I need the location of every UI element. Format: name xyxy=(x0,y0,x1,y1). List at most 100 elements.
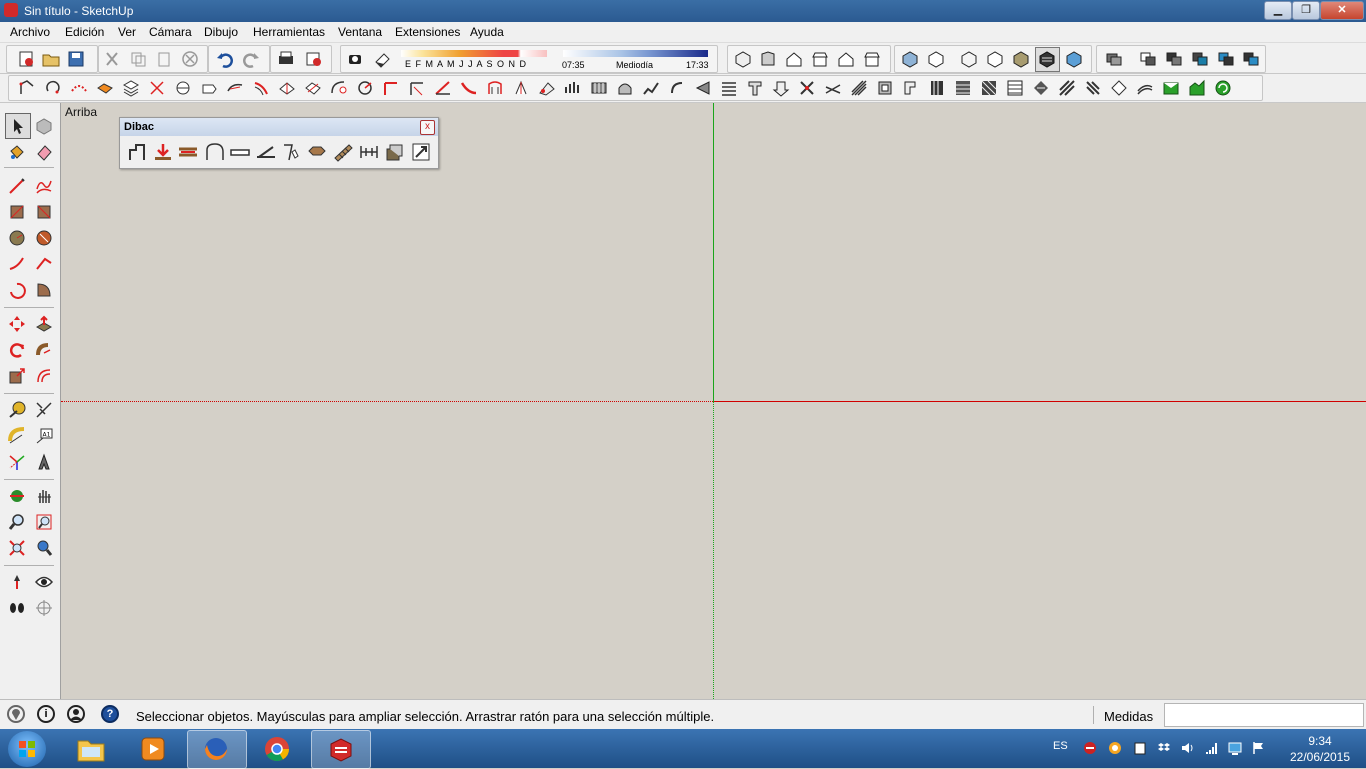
tool-icon-10[interactable] xyxy=(252,79,270,97)
tool-icon-5[interactable] xyxy=(122,79,140,97)
clock-date[interactable]: 22/06/2015 xyxy=(1284,750,1356,764)
dibac-dimension-icon[interactable] xyxy=(359,142,379,162)
menu-dibujo[interactable]: Dibujo xyxy=(204,25,238,39)
freehand-tool-icon[interactable] xyxy=(35,177,53,195)
tool-icon-40[interactable] xyxy=(1032,79,1050,97)
tray-app-icon-2[interactable] xyxy=(1108,741,1122,755)
tool-icon-15[interactable] xyxy=(382,79,400,97)
tool-icon-44[interactable] xyxy=(1136,79,1154,97)
tool-icon-41[interactable] xyxy=(1058,79,1076,97)
zoom-tool-icon[interactable] xyxy=(8,513,26,531)
tool-icon-27[interactable] xyxy=(694,79,712,97)
tool-icon-6[interactable] xyxy=(148,79,166,97)
shaded-style-icon[interactable] xyxy=(1012,50,1030,68)
tool-icon-9[interactable] xyxy=(226,79,244,97)
geo-location-icon[interactable] xyxy=(7,705,25,723)
menu-ventana[interactable]: Ventana xyxy=(338,25,382,39)
paste-icon[interactable] xyxy=(155,50,173,68)
select-tool-button[interactable] xyxy=(5,113,31,139)
dimension-tool-icon[interactable] xyxy=(35,401,53,419)
wireframe-style-icon[interactable] xyxy=(960,50,978,68)
tool-icon-13[interactable] xyxy=(330,79,348,97)
front-view-icon[interactable] xyxy=(785,50,803,68)
section-plane-icon[interactable] xyxy=(35,599,53,617)
tool-icon-19[interactable] xyxy=(486,79,504,97)
tool-icon-8[interactable] xyxy=(200,79,218,97)
three-point-arc-icon[interactable] xyxy=(8,281,26,299)
clock-time[interactable]: 9:34 xyxy=(1300,734,1340,748)
hidden-line-style-icon[interactable] xyxy=(986,50,1004,68)
tool-icon-31[interactable] xyxy=(798,79,816,97)
open-folder-icon[interactable] xyxy=(42,50,60,68)
dibac-toolbar[interactable]: Dibac x xyxy=(119,117,439,169)
layer-group-icon-4[interactable] xyxy=(1217,50,1235,68)
zoom-window-icon[interactable] xyxy=(35,513,53,531)
volume-icon[interactable] xyxy=(1181,741,1195,755)
layer-group-icon-3[interactable] xyxy=(1191,50,1209,68)
taskbar-media-player[interactable] xyxy=(124,730,182,767)
menu-camara[interactable]: Cámara xyxy=(149,25,192,39)
time-slider[interactable] xyxy=(563,50,708,57)
drawing-canvas[interactable]: Arriba xyxy=(61,103,1366,699)
tool-icon-45[interactable] xyxy=(1162,79,1180,97)
dibac-angle-icon[interactable] xyxy=(256,142,276,162)
dibac-pointer-icon[interactable] xyxy=(281,142,301,162)
measurements-field[interactable] xyxy=(1164,703,1364,727)
back-view-icon[interactable] xyxy=(837,50,855,68)
tool-icon-2[interactable] xyxy=(44,79,62,97)
walk-tool-icon[interactable] xyxy=(8,599,26,617)
start-button[interactable] xyxy=(8,731,46,767)
two-point-arc-icon[interactable] xyxy=(35,255,53,273)
axes-tool-icon[interactable] xyxy=(8,453,26,471)
menu-ayuda[interactable]: Ayuda xyxy=(470,25,504,39)
circle-tool-icon[interactable] xyxy=(8,229,26,247)
rectangle-tool-icon[interactable] xyxy=(8,203,26,221)
dibac-export-icon[interactable] xyxy=(411,142,431,162)
zoom-extents-icon[interactable] xyxy=(8,539,26,557)
credits-icon[interactable]: i xyxy=(37,705,55,723)
menu-ver[interactable]: Ver xyxy=(118,25,136,39)
xray-style-icon[interactable] xyxy=(901,50,919,68)
network-icon[interactable] xyxy=(1205,741,1219,755)
print-icon[interactable] xyxy=(277,50,295,68)
dibac-stairs-icon[interactable] xyxy=(333,142,353,162)
eraser-icon[interactable] xyxy=(35,143,53,161)
toggle-shadows-icon[interactable] xyxy=(373,50,391,68)
tray-app-icon-3[interactable] xyxy=(1228,741,1242,755)
dibac-wall-icon[interactable] xyxy=(127,142,147,162)
dibac-window-icon[interactable] xyxy=(178,142,198,162)
tool-icon-17[interactable] xyxy=(434,79,452,97)
tool-icon-38[interactable] xyxy=(980,79,998,97)
tool-icon-30[interactable] xyxy=(772,79,790,97)
tray-app-icon-1[interactable] xyxy=(1083,741,1097,755)
paint-bucket-icon[interactable] xyxy=(8,143,26,161)
tape-measure-icon[interactable] xyxy=(8,401,26,419)
user-icon[interactable] xyxy=(67,705,85,723)
tool-icon-18[interactable] xyxy=(460,79,478,97)
menu-extensiones[interactable]: Extensiones xyxy=(395,25,460,39)
tool-icon-47[interactable] xyxy=(1214,79,1232,97)
new-file-icon[interactable] xyxy=(17,50,35,68)
close-button[interactable]: ✕ xyxy=(1320,1,1364,20)
dibac-furniture-icon[interactable] xyxy=(307,142,327,162)
tray-clipboard-icon[interactable] xyxy=(1133,741,1147,755)
tool-icon-4[interactable] xyxy=(96,79,114,97)
dibac-title-bar[interactable]: Dibac x xyxy=(120,118,438,136)
shaded-textures-style-button[interactable] xyxy=(1035,47,1060,72)
cut-icon[interactable] xyxy=(103,50,121,68)
pan-tool-icon[interactable] xyxy=(35,487,53,505)
layer-group-icon-2[interactable] xyxy=(1165,50,1183,68)
back-edges-style-icon[interactable] xyxy=(927,50,945,68)
tool-icon-46[interactable] xyxy=(1188,79,1206,97)
3d-text-icon[interactable] xyxy=(35,453,53,471)
help-icon[interactable]: ? xyxy=(101,705,119,723)
tool-icon-43[interactable] xyxy=(1110,79,1128,97)
tool-icon-35[interactable] xyxy=(902,79,920,97)
tray-dropbox-icon[interactable] xyxy=(1157,741,1171,755)
arc-tool-icon[interactable] xyxy=(8,255,26,273)
tool-icon-1[interactable] xyxy=(18,79,36,97)
offset-tool-icon[interactable] xyxy=(35,367,53,385)
layer-icon[interactable] xyxy=(1105,50,1123,68)
minimize-button[interactable]: ▁ xyxy=(1264,1,1292,20)
push-pull-icon[interactable] xyxy=(35,315,53,333)
